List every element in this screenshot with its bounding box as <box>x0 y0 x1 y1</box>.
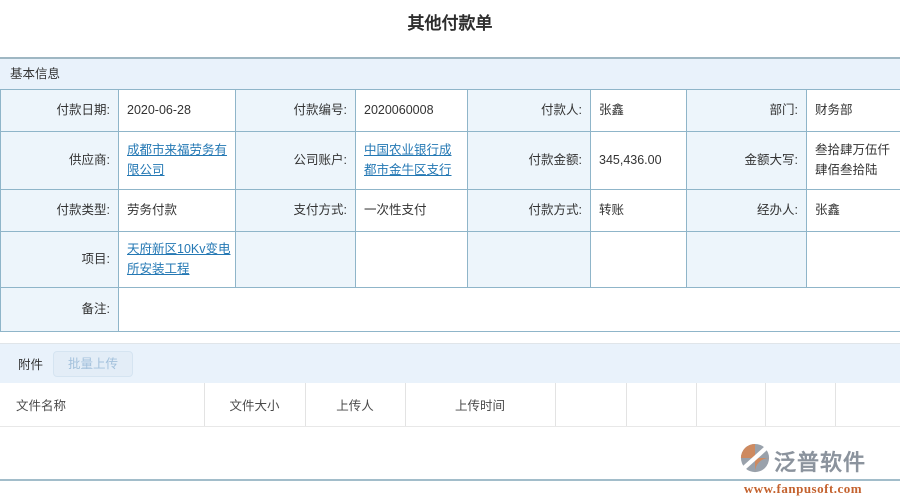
table-row: 付款日期: 2020-06-28 付款编号: 2020060008 付款人: 张… <box>1 90 900 132</box>
table-row: 备注: <box>1 288 900 332</box>
payment-date-label: 付款日期: <box>1 90 119 132</box>
company-account-value: 中国农业银行成都市金牛区支行 <box>356 132 468 190</box>
empty-label-cell <box>236 232 356 288</box>
payment-method-value: 转账 <box>591 190 687 232</box>
empty-header-cell <box>626 383 696 427</box>
table-row: 供应商: 成都市来福劳务有限公司 公司账户: 中国农业银行成都市金牛区支行 付款… <box>1 132 900 190</box>
fanpu-logo-icon <box>740 443 770 478</box>
payment-method-label: 付款方式: <box>468 190 591 232</box>
payment-date-value: 2020-06-28 <box>119 90 236 132</box>
payment-amount-value: 345,436.00 <box>591 132 687 190</box>
payer-label: 付款人: <box>468 90 591 132</box>
project-label: 项目: <box>1 232 119 288</box>
table-row: 项目: 天府新区10Kv变电所安装工程 <box>1 232 900 288</box>
company-account-link[interactable]: 中国农业银行成都市金牛区支行 <box>364 143 452 176</box>
file-size-header: 文件大小 <box>204 383 305 427</box>
empty-header-cell <box>765 383 835 427</box>
amount-in-words-value: 叁拾肆万伍仟肆佰叁拾陆 <box>807 132 900 190</box>
department-value: 财务部 <box>807 90 900 132</box>
project-link[interactable]: 天府新区10Kv变电所安装工程 <box>127 242 231 275</box>
remark-label: 备注: <box>1 288 119 332</box>
project-value: 天府新区10Kv变电所安装工程 <box>119 232 236 288</box>
empty-value-cell <box>807 232 900 288</box>
attachments-header-row: 文件名称 文件大小 上传人 上传时间 <box>0 383 900 427</box>
vendor-website-link[interactable]: www.fanpusoft.com <box>714 481 892 497</box>
pay-method-label: 支付方式: <box>236 190 356 232</box>
supplier-link[interactable]: 成都市来福劳务有限公司 <box>127 143 227 176</box>
handler-label: 经办人: <box>687 190 807 232</box>
file-name-header: 文件名称 <box>0 383 204 427</box>
pay-method-value: 一次性支付 <box>356 190 468 232</box>
empty-label-cell <box>468 232 591 288</box>
department-label: 部门: <box>687 90 807 132</box>
uploader-header: 上传人 <box>305 383 405 427</box>
attachments-section-bar: 附件 批量上传 <box>0 343 900 383</box>
empty-value-cell <box>356 232 468 288</box>
payment-no-label: 付款编号: <box>236 90 356 132</box>
other-payment-form-page: 其他付款单 基本信息 付款日期: 2020-06-28 付款编号: 202006… <box>0 0 900 501</box>
supplier-label: 供应商: <box>1 132 119 190</box>
amount-in-words-label: 金额大写: <box>687 132 807 190</box>
empty-value-cell <box>591 232 687 288</box>
table-row: 付款类型: 劳务付款 支付方式: 一次性支付 付款方式: 转账 经办人: 张鑫 <box>1 190 900 232</box>
vendor-logo: 泛普软件 www.fanpusoft.com <box>714 443 892 497</box>
payment-type-value: 劳务付款 <box>119 190 236 232</box>
page-title: 其他付款单 <box>0 9 900 34</box>
attachments-label: 附件 <box>18 354 43 373</box>
attachments-table: 文件名称 文件大小 上传人 上传时间 <box>0 383 900 427</box>
empty-header-cell <box>696 383 765 427</box>
upload-time-header: 上传时间 <box>405 383 555 427</box>
remark-value <box>119 288 900 332</box>
empty-label-cell <box>687 232 807 288</box>
basic-info-table: 付款日期: 2020-06-28 付款编号: 2020060008 付款人: 张… <box>0 89 900 332</box>
basic-info-section-header: 基本信息 <box>0 57 900 89</box>
payment-amount-label: 付款金额: <box>468 132 591 190</box>
batch-upload-button[interactable]: 批量上传 <box>53 351 133 377</box>
empty-header-cell <box>555 383 626 427</box>
empty-header-cell <box>835 383 900 427</box>
company-account-label: 公司账户: <box>236 132 356 190</box>
payer-value: 张鑫 <box>591 90 687 132</box>
vendor-logo-text: 泛普软件 <box>774 445 866 477</box>
handler-value: 张鑫 <box>807 190 900 232</box>
payment-type-label: 付款类型: <box>1 190 119 232</box>
payment-no-value: 2020060008 <box>356 90 468 132</box>
supplier-value: 成都市来福劳务有限公司 <box>119 132 236 190</box>
